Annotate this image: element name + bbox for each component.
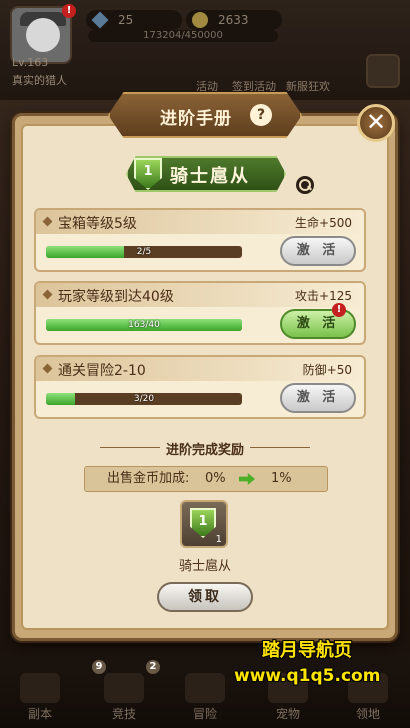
- nav-arena-label: 竞技: [111, 707, 136, 721]
- task-card: 通关冒险2-10 防御+50 3/20 激 活: [34, 355, 366, 419]
- bonus-from: 0%: [205, 471, 226, 486]
- reward-count: 1: [215, 534, 222, 545]
- dungeon-icon: [20, 673, 60, 703]
- dialog-title: 进阶手册: [160, 109, 232, 129]
- nav-new-server[interactable]: 新服狂欢: [286, 78, 330, 94]
- watermark-url: www.q1q5.com: [234, 666, 381, 686]
- task-progress-bar: 2/5: [46, 246, 242, 258]
- exp-bar: 173204/450000: [88, 30, 278, 42]
- arena-badge-2: 2: [146, 660, 160, 674]
- nav-checkin[interactable]: 签到活动: [232, 78, 276, 94]
- magnify-icon[interactable]: [296, 176, 314, 194]
- claim-button[interactable]: 领取: [157, 582, 253, 612]
- nav-territory-label: 领地: [355, 707, 380, 721]
- adventure-icon: [185, 673, 225, 703]
- task-reward: 防御+50: [302, 363, 352, 377]
- top-hud: ! Lv.163 真实的猎人 25 2633 173204/450000 活动 …: [0, 0, 410, 100]
- nav-adventure-label: 冒险: [192, 707, 217, 721]
- reward-name: 骑士扈从: [178, 559, 231, 574]
- player-level: Lv.163: [12, 56, 49, 69]
- section-title: 进阶完成奖励: [165, 443, 244, 458]
- nav-arena[interactable]: 竞技: [94, 673, 154, 722]
- gem-icon: [91, 11, 109, 29]
- avatar-face: [26, 18, 60, 52]
- close-button[interactable]: ✕: [357, 104, 395, 142]
- task-progress-bar: 3/20: [46, 393, 242, 405]
- player-name: 真实的猎人: [12, 74, 67, 87]
- bonus-to: 1%: [271, 471, 292, 486]
- activate-button[interactable]: 激 活: [280, 236, 356, 266]
- task-reward: 攻击+125: [295, 289, 352, 303]
- rank-name: 骑士扈从: [170, 166, 250, 187]
- task-label: 玩家等级到达40级: [58, 289, 174, 305]
- nav-adventure[interactable]: 冒险: [175, 673, 235, 722]
- reward-item[interactable]: 1 1: [180, 500, 228, 548]
- task-progress-text: 163/40: [128, 320, 160, 330]
- activate-button[interactable]: 激 活: [280, 383, 356, 413]
- nav-activity[interactable]: 活动: [196, 78, 218, 94]
- arena-icon: [104, 673, 144, 703]
- arena-badge: 9: [92, 660, 106, 674]
- task-label: 通关冒险2-10: [58, 363, 146, 379]
- task-reward: 生命+500: [295, 216, 352, 230]
- help-icon[interactable]: ?: [250, 104, 272, 126]
- coin-icon: [192, 12, 208, 28]
- task-label: 宝箱等级5级: [58, 216, 137, 232]
- nav-dungeon-label: 副本: [27, 707, 52, 721]
- nav-pets-label: 宠物: [275, 707, 300, 721]
- menu-button[interactable]: [366, 54, 400, 88]
- nav-dungeon[interactable]: 副本: [10, 673, 70, 722]
- task-progress-bar: 163/40: [46, 319, 242, 331]
- alert-badge: !: [332, 303, 346, 317]
- divider-right: [250, 447, 310, 448]
- task-progress-text: 3/20: [133, 394, 155, 404]
- gold-counter: 2633: [186, 10, 282, 30]
- task-progress-text: 2/5: [136, 247, 152, 257]
- arrow-right-icon: [239, 473, 255, 485]
- gold-value: 2633: [218, 13, 249, 27]
- avatar-alert-badge: !: [62, 4, 76, 18]
- bonus-label: 出售金币加成:: [107, 471, 190, 486]
- bonus-row: 出售金币加成: 0% 1%: [84, 466, 328, 492]
- watermark-title: 踏月导航页: [262, 640, 352, 661]
- task-card: 玩家等级到达40级 攻击+125 163/40 激 活 !: [34, 281, 366, 345]
- gem-value: 25: [118, 13, 134, 27]
- rank-shield-icon: 1: [190, 508, 216, 538]
- task-card: 宝箱等级5级 生命+500 2/5 激 活: [34, 208, 366, 272]
- gem-counter: 25: [86, 10, 182, 30]
